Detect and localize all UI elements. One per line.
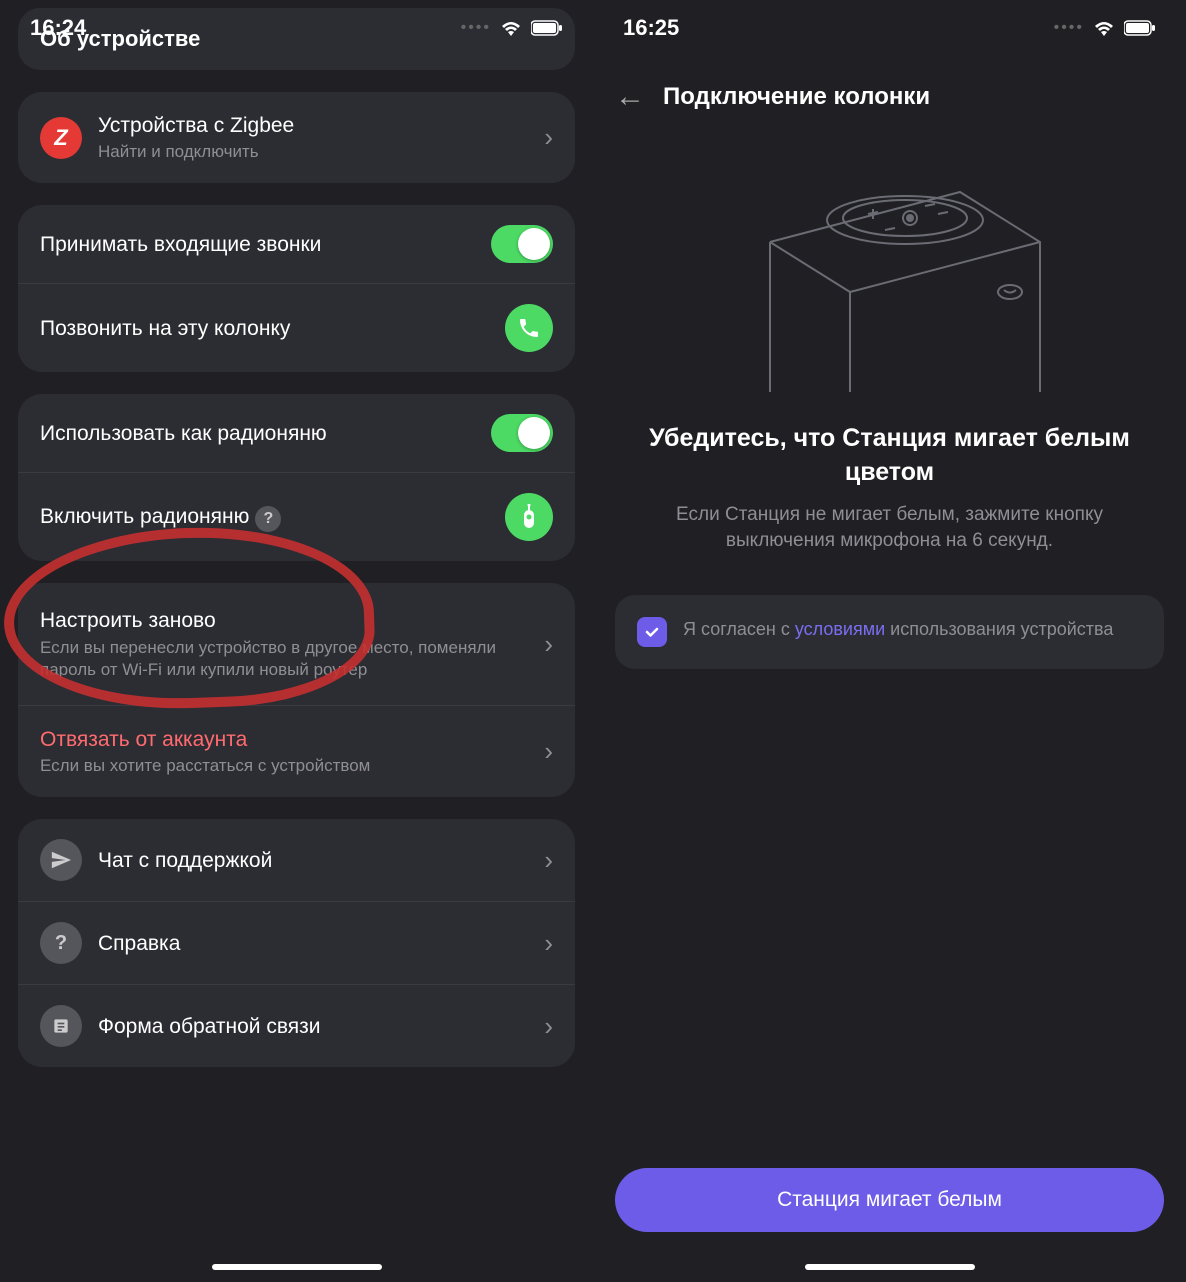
use-baby-monitor-label: Использовать как радионяню bbox=[40, 420, 491, 447]
incoming-calls-toggle[interactable] bbox=[491, 225, 553, 263]
use-baby-monitor-toggle[interactable] bbox=[491, 414, 553, 452]
back-arrow-icon[interactable]: ← bbox=[615, 80, 645, 114]
feedback-label: Форма обратной связи bbox=[98, 1013, 536, 1040]
chevron-right-icon: › bbox=[544, 1011, 553, 1042]
battery-icon bbox=[1124, 20, 1156, 36]
phone-icon bbox=[517, 316, 541, 340]
reconfigure-sub: Если вы перенесли устройство в другое ме… bbox=[40, 637, 536, 681]
cellular-dots-icon: •••• bbox=[461, 19, 491, 37]
incoming-calls-label: Принимать входящие звонки bbox=[40, 231, 491, 258]
agree-text: Я согласен с условиями использования уст… bbox=[683, 617, 1113, 642]
walkie-talkie-icon bbox=[517, 504, 541, 530]
enable-baby-monitor-label: Включить радионяню? bbox=[40, 503, 505, 532]
help-row-icon: ? bbox=[40, 922, 82, 964]
zigbee-card: Z Устройства с Zigbee Найти и подключить… bbox=[18, 92, 575, 183]
sub-text: Если Станция не мигает белым, зажмите кн… bbox=[593, 502, 1186, 555]
support-card: Чат с поддержкой › ? Справка › Форма обр… bbox=[18, 819, 575, 1067]
settings-screen: 16:24 •••• Об устройстве Z Устройства с … bbox=[0, 0, 593, 1282]
reconfigure-title: Настроить заново bbox=[40, 607, 536, 634]
zigbee-icon: Z bbox=[40, 117, 82, 159]
chevron-right-icon: › bbox=[544, 845, 553, 876]
status-bar: 16:24 •••• bbox=[0, 0, 593, 56]
home-indicator bbox=[212, 1264, 382, 1270]
page-title: Подключение колонки bbox=[663, 83, 930, 111]
reconfigure-row[interactable]: Настроить заново Если вы перенесли устро… bbox=[18, 583, 575, 704]
help-row[interactable]: ? Справка › bbox=[18, 901, 575, 984]
enable-baby-monitor-row[interactable]: Включить радионяню? bbox=[18, 472, 575, 561]
calls-card: Принимать входящие звонки Позвонить на э… bbox=[18, 205, 575, 372]
check-icon bbox=[644, 624, 660, 640]
support-chat-icon bbox=[40, 839, 82, 881]
status-time: 16:25 bbox=[623, 15, 679, 41]
connect-speaker-screen: 16:25 •••• ← Подключение колонки bbox=[593, 0, 1186, 1282]
call-speaker-label: Позвонить на эту колонку bbox=[40, 315, 505, 342]
baby-monitor-button[interactable] bbox=[505, 493, 553, 541]
use-baby-monitor-row[interactable]: Использовать как радионяню bbox=[18, 394, 575, 472]
chevron-right-icon: › bbox=[544, 928, 553, 959]
zigbee-sub: Найти и подключить bbox=[98, 141, 536, 163]
feedback-row[interactable]: Форма обратной связи › bbox=[18, 984, 575, 1067]
chevron-right-icon: › bbox=[544, 736, 553, 767]
support-chat-row[interactable]: Чат с поддержкой › bbox=[18, 819, 575, 901]
zigbee-title: Устройства с Zigbee bbox=[98, 112, 536, 139]
agree-box[interactable]: Я согласен с условиями использования уст… bbox=[615, 595, 1164, 669]
zigbee-row[interactable]: Z Устройства с Zigbee Найти и подключить… bbox=[18, 92, 575, 183]
call-speaker-row[interactable]: Позвонить на эту колонку bbox=[18, 283, 575, 372]
unlink-title: Отвязать от аккаунта bbox=[40, 726, 536, 753]
chevron-right-icon: › bbox=[544, 629, 553, 660]
reconfigure-card: Настроить заново Если вы перенесли устро… bbox=[18, 583, 575, 797]
wifi-icon bbox=[1092, 18, 1116, 38]
speaker-illustration bbox=[593, 132, 1186, 402]
unlink-sub: Если вы хотите расстаться с устройством bbox=[40, 755, 536, 777]
help-icon[interactable]: ? bbox=[255, 506, 281, 532]
cellular-dots-icon: •••• bbox=[1054, 19, 1084, 37]
help-label: Справка bbox=[98, 930, 536, 957]
baby-monitor-card: Использовать как радионяню Включить ради… bbox=[18, 394, 575, 561]
confirm-button[interactable]: Станция мигает белым bbox=[615, 1168, 1164, 1232]
chevron-right-icon: › bbox=[544, 122, 553, 153]
incoming-calls-row[interactable]: Принимать входящие звонки bbox=[18, 205, 575, 283]
call-button[interactable] bbox=[505, 304, 553, 352]
terms-link[interactable]: условиями bbox=[795, 619, 885, 639]
support-chat-label: Чат с поддержкой bbox=[98, 847, 536, 874]
status-bar: 16:25 •••• bbox=[593, 0, 1186, 56]
wifi-icon bbox=[499, 18, 523, 38]
battery-icon bbox=[531, 20, 563, 36]
unlink-row[interactable]: Отвязать от аккаунта Если вы хотите расс… bbox=[18, 705, 575, 797]
home-indicator bbox=[805, 1264, 975, 1270]
agree-checkbox[interactable] bbox=[637, 617, 667, 647]
status-time: 16:24 bbox=[30, 15, 86, 41]
main-heading: Убедитесь, что Станция мигает белым цвет… bbox=[593, 402, 1186, 502]
feedback-icon bbox=[40, 1005, 82, 1047]
page-header: ← Подключение колонки bbox=[593, 56, 1186, 132]
